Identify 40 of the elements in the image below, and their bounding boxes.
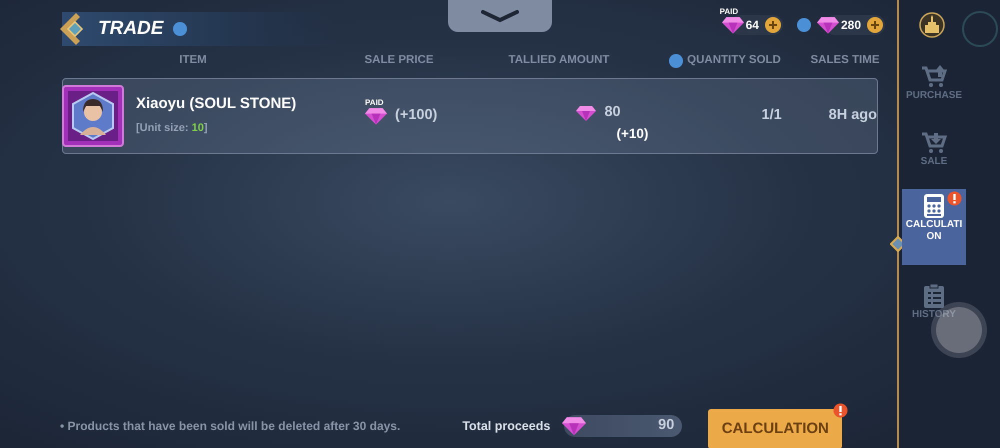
calculation-button[interactable]: CALCULATION — [708, 409, 842, 448]
cart-icon — [920, 130, 948, 156]
item-name: Xiaoyu (SOUL STONE) — [136, 94, 298, 114]
gem-icon — [722, 16, 744, 34]
collapse-tab[interactable] — [448, 0, 552, 32]
unit-size-text: [Unit size: 10] — [136, 122, 208, 134]
info-icon[interactable] — [173, 22, 188, 36]
paid-label: PAID — [720, 8, 738, 16]
sales-time: 8H ago — [828, 106, 877, 126]
paid-label: PAID — [365, 99, 384, 108]
castle-icon[interactable] — [919, 12, 945, 38]
quantity-sold: 1/1 — [762, 106, 782, 126]
column-header: ITEM — [179, 53, 207, 68]
column-header: TALLIED AMOUNT — [508, 53, 610, 68]
currency-amount: 64 — [744, 17, 760, 34]
total-amount: 90 — [658, 416, 674, 436]
add-icon[interactable] — [764, 17, 781, 33]
column-header: SALES TIME — [810, 53, 880, 68]
footer-note: • Products that have been sold will be deleted after 30 days. — [60, 418, 400, 435]
gem-icon — [365, 107, 388, 125]
page-title: TRADE — [98, 16, 164, 41]
sidebar-tab[interactable]: PURCHASE — [902, 60, 966, 106]
sidebar-tab[interactable]: SALE — [902, 126, 966, 171]
gem-icon — [816, 16, 839, 34]
tallied-bonus: (+10) — [616, 124, 650, 143]
column-header: SALE PRICE — [364, 53, 434, 68]
add-icon[interactable] — [867, 17, 883, 33]
chevron-down-icon — [480, 9, 520, 23]
sidebar-tab[interactable]: CALCULATION — [902, 189, 966, 265]
currency-amount: 280 — [840, 17, 862, 34]
circle-icon — [962, 11, 998, 47]
gem-icon — [576, 104, 596, 121]
tallied-amount: 80 — [604, 103, 621, 122]
info-icon[interactable] — [796, 18, 811, 32]
total-label: Total proceeds — [462, 418, 550, 435]
gem-icon — [562, 416, 586, 436]
column-header: QUANTITY SOLD — [687, 53, 781, 68]
info-icon[interactable] — [669, 54, 684, 68]
sale-price: (+100) — [395, 106, 438, 126]
cart-icon — [920, 64, 948, 90]
